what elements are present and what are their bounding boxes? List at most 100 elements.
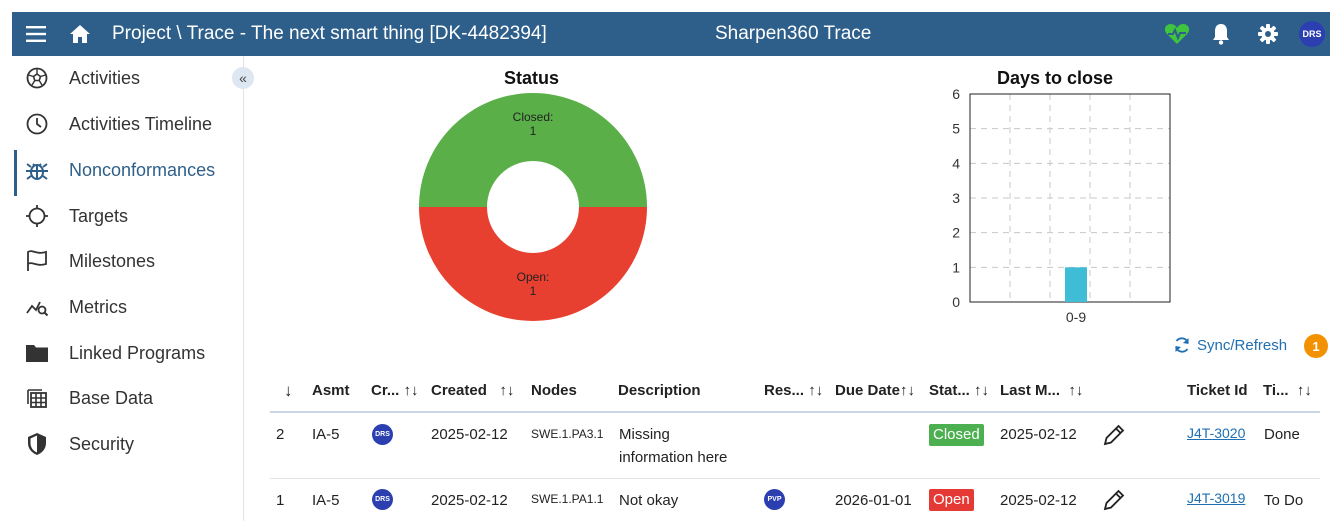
days-to-close-bar-chart: 0 1 2 3 4 5 6 0-9 xyxy=(952,86,1171,325)
column-header-label: Due Date xyxy=(835,382,901,399)
column-header-nodes[interactable]: Nodes xyxy=(531,370,577,412)
status-badge: Open xyxy=(929,489,974,511)
pie-slice-1 xyxy=(419,207,647,321)
gear-icon[interactable] xyxy=(1255,12,1281,56)
sidebar-item-base-data[interactable]: Base Data xyxy=(12,378,243,418)
sidebar: « Activities Activities Timeline Nonconf… xyxy=(12,56,254,521)
column-header-label: Asmt xyxy=(312,382,350,399)
column-header-label: Cr... xyxy=(371,382,400,399)
open-slice-value: 1 xyxy=(529,284,537,298)
column-header-due-date[interactable]: Due Date↑↓ xyxy=(835,370,915,412)
row-divider xyxy=(270,478,1320,479)
sort-icon: ↑↓ xyxy=(900,382,916,399)
status-badge: Closed xyxy=(929,424,984,446)
soccer-ball-icon xyxy=(24,65,50,91)
description-cell-line-1: Not okay xyxy=(619,492,679,509)
column-header-status[interactable]: Stat... ↑↓ xyxy=(929,370,989,412)
app-title: Sharpen360 Trace xyxy=(715,23,872,44)
column-header-responsible[interactable]: Res... ↑↓ xyxy=(764,370,823,412)
column-header-ticket-id[interactable]: Ticket Id xyxy=(1187,370,1248,412)
shield-icon xyxy=(24,431,50,457)
home-icon[interactable] xyxy=(66,12,94,56)
ticket-id-link[interactable]: J4T-3019 xyxy=(1187,490,1245,506)
bar-0-9 xyxy=(1065,267,1087,302)
responsible-avatar: PVP xyxy=(764,489,785,510)
column-header-label: Stat... xyxy=(929,382,970,399)
column-header-last-modified[interactable]: Last M... ↑↓ xyxy=(1000,370,1083,412)
sidebar-item-milestones[interactable]: Milestones xyxy=(12,241,243,281)
column-header-created[interactable]: Created ↑↓ xyxy=(431,370,514,412)
y-tick-label: 6 xyxy=(952,86,960,102)
asmt-cell: IA-5 xyxy=(312,426,340,443)
created-cell: 2025-02-12 xyxy=(431,492,508,509)
closed-slice-value: 1 xyxy=(529,124,537,138)
table-icon xyxy=(24,385,50,411)
folder-icon xyxy=(24,340,50,366)
column-header-creator[interactable]: Cr... ↑↓ xyxy=(371,370,419,412)
column-header-label: Res... xyxy=(764,382,805,399)
edit-pencil-icon[interactable] xyxy=(1102,423,1126,447)
open-slice-name: Open: xyxy=(516,270,550,284)
sidebar-item-metrics[interactable]: Metrics xyxy=(12,287,243,327)
column-header-asmt[interactable]: Asmt xyxy=(312,370,350,412)
closed-slice-name: Closed: xyxy=(512,110,554,124)
clock-icon xyxy=(24,111,50,137)
due-date-cell: 2026-01-01 xyxy=(835,492,912,509)
y-tick-label: 4 xyxy=(952,155,960,171)
sidebar-item-label: Nonconformances xyxy=(69,159,216,180)
bell-icon[interactable] xyxy=(1208,12,1234,56)
x-tick-label: 0-9 xyxy=(1066,309,1086,325)
row-index: 2 xyxy=(276,426,285,443)
y-tick-label: 3 xyxy=(952,190,960,206)
sidebar-item-label: Metrics xyxy=(69,296,127,317)
column-header-ticket-status[interactable]: Ti... ↑↓ xyxy=(1263,370,1312,412)
crosshair-icon xyxy=(24,203,50,229)
column-header-label: Created xyxy=(431,382,487,399)
column-header-description[interactable]: Description xyxy=(618,370,701,412)
top-app-bar: Project \ Trace - The next smart thing [… xyxy=(12,12,1330,56)
sidebar-item-linked-programs[interactable]: Linked Programs xyxy=(12,333,243,373)
nodes-cell: SWE.1.PA3.1 xyxy=(531,427,604,441)
user-avatar-initials: DRS xyxy=(1299,21,1325,47)
sort-icon: ↑↓ xyxy=(974,382,990,399)
sort-icon: ↑↓ xyxy=(403,382,419,399)
sort-icon: ↑↓ xyxy=(1296,382,1312,399)
menu-icon[interactable] xyxy=(22,12,50,56)
heartbeat-icon[interactable] xyxy=(1162,12,1192,56)
sort-icon: ↑↓ xyxy=(1068,382,1084,399)
status-chart-title: Status xyxy=(504,68,560,88)
last-modified-cell: 2025-02-12 xyxy=(1000,492,1077,509)
sidebar-item-security[interactable]: Security xyxy=(12,424,243,464)
y-tick-label: 5 xyxy=(952,121,960,137)
bug-icon xyxy=(24,157,50,183)
edit-pencil-icon[interactable] xyxy=(1102,488,1126,512)
table-header-divider xyxy=(270,411,1320,413)
y-tick-label: 2 xyxy=(952,225,960,241)
created-cell: 2025-02-12 xyxy=(431,426,508,443)
creator-avatar: DRS xyxy=(372,424,393,445)
sort-icon: ↑↓ xyxy=(808,382,824,399)
sync-refresh-label: Sync/Refresh xyxy=(1197,336,1288,354)
sidebar-item-label: Security xyxy=(69,433,135,454)
last-modified-cell: 2025-02-12 xyxy=(1000,426,1077,443)
ticket-status-cell: Done xyxy=(1264,426,1300,443)
y-tick-label: 0 xyxy=(952,294,960,310)
flag-icon xyxy=(24,248,50,274)
user-avatar[interactable]: DRS xyxy=(1299,12,1325,56)
column-header-label: Description xyxy=(618,382,701,399)
sync-refresh-button[interactable]: Sync/Refresh xyxy=(1173,333,1287,357)
description-cell-line-1: Missing xyxy=(619,426,670,443)
sort-direction-icon[interactable]: ↓ xyxy=(284,370,293,412)
sidebar-item-targets[interactable]: Targets xyxy=(12,196,243,236)
sidebar-item-label: Linked Programs xyxy=(69,342,206,363)
sidebar-item-label: Activities Timeline xyxy=(69,113,213,134)
creator-avatar: DRS xyxy=(372,489,393,510)
column-header-label: Ti... xyxy=(1263,382,1289,399)
sidebar-item-activities-timeline[interactable]: Activities Timeline xyxy=(12,104,243,144)
sidebar-item-nonconformances[interactable]: Nonconformances xyxy=(12,150,243,196)
sidebar-item-activities[interactable]: Activities xyxy=(12,58,243,98)
refresh-icon xyxy=(1173,336,1191,354)
column-header-label: Nodes xyxy=(531,382,577,399)
ticket-id-link[interactable]: J4T-3020 xyxy=(1187,425,1245,441)
chart-search-icon xyxy=(24,294,50,320)
